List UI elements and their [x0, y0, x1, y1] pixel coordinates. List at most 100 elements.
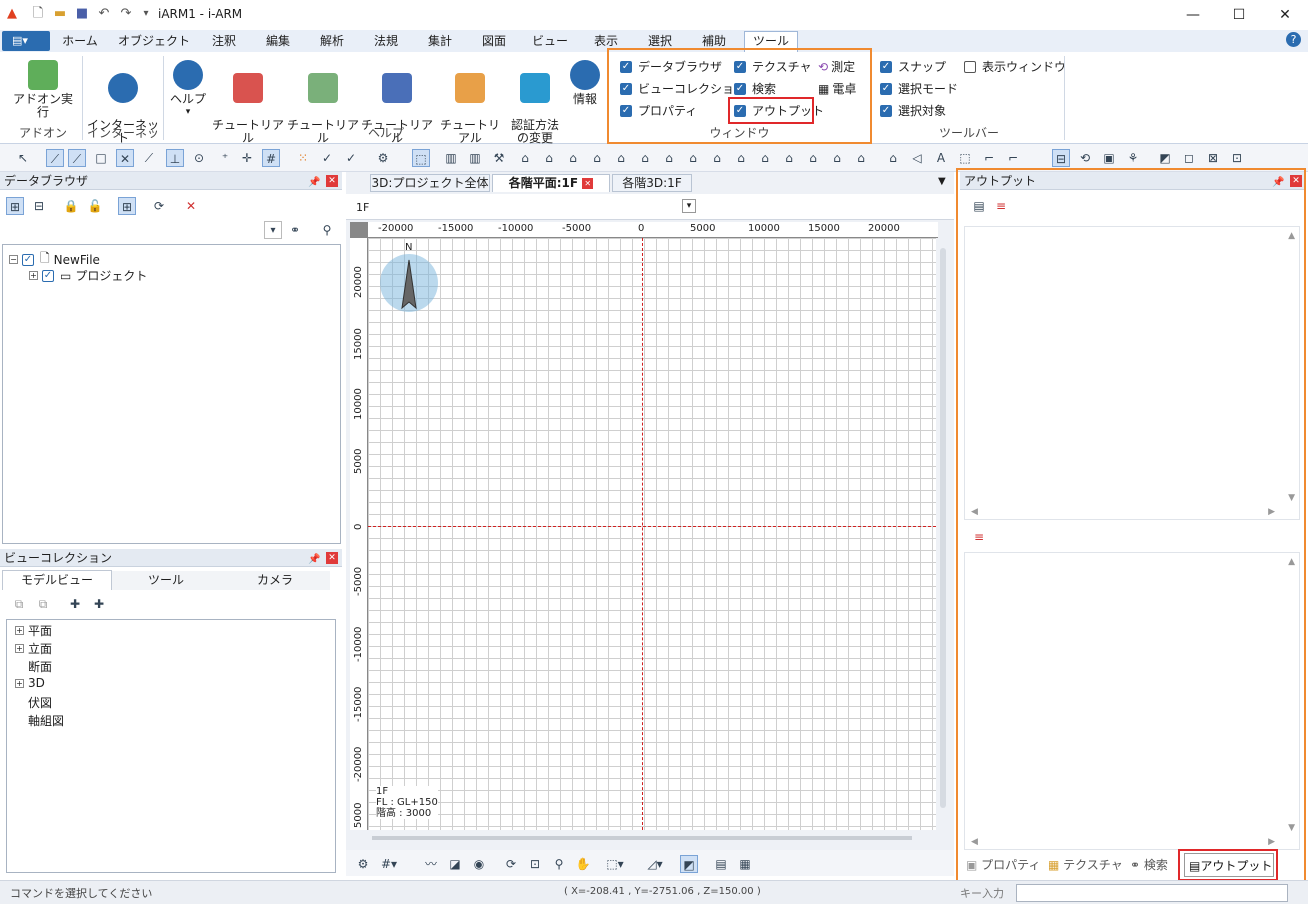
layout-1-icon[interactable]: ▤ — [712, 855, 730, 873]
canvas-vertical-scrollbar[interactable] — [940, 248, 946, 808]
checkbox-select-target[interactable]: ✓ 選択対象 — [880, 102, 946, 119]
checkbox-search[interactable]: ✓ 検索 — [734, 80, 776, 97]
output-clear-2-icon[interactable]: ≡ — [970, 528, 988, 546]
check-1-icon[interactable]: ✓ — [318, 149, 336, 167]
grid-settings-icon[interactable]: #▾ — [380, 855, 398, 873]
tree-collapse-icon[interactable]: ⊟ — [30, 197, 48, 215]
object-21-icon[interactable]: ⬚ — [956, 149, 974, 167]
object-15-icon[interactable]: ⌂ — [780, 149, 798, 167]
cross-snap-icon[interactable]: ✕ — [116, 149, 134, 167]
tab-regulation[interactable]: 法規 — [366, 32, 406, 52]
perpendicular-snap-icon[interactable]: ⊥ — [166, 149, 184, 167]
object-22-icon[interactable]: ⌐ — [980, 149, 998, 167]
unlock-icon[interactable]: 🔓 — [86, 197, 104, 215]
object-19-icon[interactable]: ⌂ — [884, 149, 902, 167]
checkbox-select-mode[interactable]: ✓ 選択モード — [880, 80, 958, 97]
object-2-icon[interactable]: ▥ — [466, 149, 484, 167]
tree-item-3d[interactable]: +3D — [15, 676, 45, 690]
output-close-icon[interactable]: ✕ — [1290, 175, 1302, 187]
view-collection-close-icon[interactable]: ✕ — [326, 552, 338, 564]
object-3-icon[interactable]: ⚒ — [490, 149, 508, 167]
checkbox-view-collection[interactable]: ✓ ビューコレクション — [620, 80, 746, 97]
lock-icon[interactable]: 🔒 — [62, 197, 80, 215]
addon-exec-button[interactable]: アドオン実行 — [8, 60, 78, 119]
cube-view-icon[interactable]: ⬚▾ — [606, 855, 624, 873]
object-11-icon[interactable]: ⌂ — [684, 149, 702, 167]
checkbox-property[interactable]: ✓ プロパティ — [620, 102, 697, 119]
tree-delete-icon[interactable]: ✕ — [182, 197, 200, 215]
output-error-area[interactable]: ▲ ▼ ◀ ▶ — [964, 552, 1300, 850]
target-2-icon[interactable]: ⟲ — [1076, 149, 1094, 167]
floor-selector-value[interactable]: 1F — [356, 201, 369, 214]
view-paste-icon[interactable]: ⧉ — [34, 595, 52, 613]
open-folder-icon[interactable]: ▬ — [52, 6, 68, 22]
maximize-button[interactable]: ☐ — [1216, 0, 1262, 30]
text-object-icon[interactable]: A — [932, 149, 950, 167]
bottom-tab-texture[interactable]: ▦ テクスチャ — [1048, 853, 1123, 877]
object-14-icon[interactable]: ⌂ — [756, 149, 774, 167]
object-6-icon[interactable]: ⌂ — [564, 149, 582, 167]
doc-tab-3d-project[interactable]: 3D:プロジェクト全体 — [370, 174, 490, 192]
object-20-icon[interactable]: ◁ — [908, 149, 926, 167]
object-12-icon[interactable]: ⌂ — [708, 149, 726, 167]
target-1-icon[interactable]: ⊟ — [1052, 149, 1070, 167]
help-icon[interactable]: ? — [1286, 32, 1301, 47]
measure-button[interactable]: ⟲ 測定 — [818, 58, 855, 75]
tab-summary[interactable]: 集計 — [420, 32, 460, 52]
canvas-horizontal-scrollbar[interactable] — [372, 836, 912, 840]
view-copy-icon[interactable]: ⧉ — [10, 595, 28, 613]
view-3-icon[interactable]: ⊠ — [1204, 149, 1222, 167]
line-snap-icon[interactable]: ⟋ — [46, 149, 64, 167]
doc-tab-floor-plan-1f[interactable]: 各階平面:1F ✕ — [492, 174, 610, 192]
tab-home[interactable]: ホーム — [56, 32, 104, 52]
target-4-icon[interactable]: ⚘ — [1124, 149, 1142, 167]
view-settings-icon[interactable]: ⚙ — [354, 855, 372, 873]
eye-icon[interactable]: ◉ — [470, 855, 488, 873]
drawing-canvas[interactable]: N 1F FL : GL+150 階高 : 3000 — [368, 238, 936, 830]
view-2-icon[interactable]: ◻ — [1180, 149, 1198, 167]
checkbox-texture[interactable]: ✓ テクスチャ — [734, 58, 812, 75]
midpoint-snap-icon[interactable]: ✛ — [238, 149, 256, 167]
help-button[interactable]: ヘルプ ▾ — [166, 60, 210, 119]
object-18-icon[interactable]: ⌂ — [852, 149, 870, 167]
tab-model-view[interactable]: モデルビュー — [2, 570, 112, 590]
pin-icon[interactable]: 📌 — [308, 551, 320, 569]
tab-drawing[interactable]: 図面 — [474, 32, 514, 52]
undo-icon[interactable]: ↶ — [96, 6, 112, 22]
tab-annotation[interactable]: 注釈 — [204, 32, 244, 52]
center-snap-icon[interactable]: ⊙ — [190, 149, 208, 167]
customize-qat-icon[interactable]: ▾ — [138, 6, 154, 22]
scroll-up-icon[interactable]: ▲ — [1288, 557, 1295, 567]
cursor-icon[interactable]: ↖ — [14, 149, 32, 167]
square-snap-icon[interactable]: □ — [92, 149, 110, 167]
dropdown-icon[interactable]: ▾ — [264, 221, 282, 239]
minimize-button[interactable]: — — [1170, 0, 1216, 30]
bottom-tab-search[interactable]: ⚭ 検索 — [1130, 853, 1168, 877]
object-23-icon[interactable]: ⌐ — [1004, 149, 1022, 167]
tab-camera[interactable]: カメラ — [220, 571, 330, 590]
pin-icon[interactable]: 📌 — [1272, 174, 1284, 192]
file-menu-button[interactable]: ▤▾ — [2, 31, 50, 51]
view-add-icon[interactable]: ✚ — [66, 595, 84, 613]
output-log-area[interactable]: ▲ ▼ ◀ ▶ — [964, 226, 1300, 520]
point-snap-icon[interactable]: ⁺ — [216, 149, 234, 167]
hidden-line-icon[interactable]: 〰 — [422, 855, 440, 873]
view-add-2-icon[interactable]: ✚ — [90, 595, 108, 613]
object-9-icon[interactable]: ⌂ — [636, 149, 654, 167]
tree-view-icon[interactable]: ⊞ — [118, 197, 136, 215]
zoom-fit-icon[interactable]: ⊡ — [526, 855, 544, 873]
info-button[interactable]: 情報 — [566, 60, 604, 106]
select-mode-icon[interactable]: ⬚ — [412, 149, 430, 167]
tab-view[interactable]: ビュー — [528, 32, 572, 52]
pan-hand-icon[interactable]: ✋ — [574, 855, 592, 873]
tree-item-framing[interactable]: 軸組図 — [28, 712, 64, 729]
calculator-button[interactable]: ▦ 電卓 — [818, 80, 856, 97]
settings-snap-icon[interactable]: ⚙ — [374, 149, 392, 167]
object-1-icon[interactable]: ▥ — [442, 149, 460, 167]
slope-icon[interactable]: ◿▾ — [646, 855, 664, 873]
tree-item-section[interactable]: 断面 — [28, 658, 52, 675]
check-2-icon[interactable]: ✓ — [342, 149, 360, 167]
bottom-tab-property[interactable]: ▣ プロパティ — [966, 853, 1040, 877]
scroll-right-icon[interactable]: ▶ — [1268, 837, 1275, 847]
object-5-icon[interactable]: ⌂ — [540, 149, 558, 167]
